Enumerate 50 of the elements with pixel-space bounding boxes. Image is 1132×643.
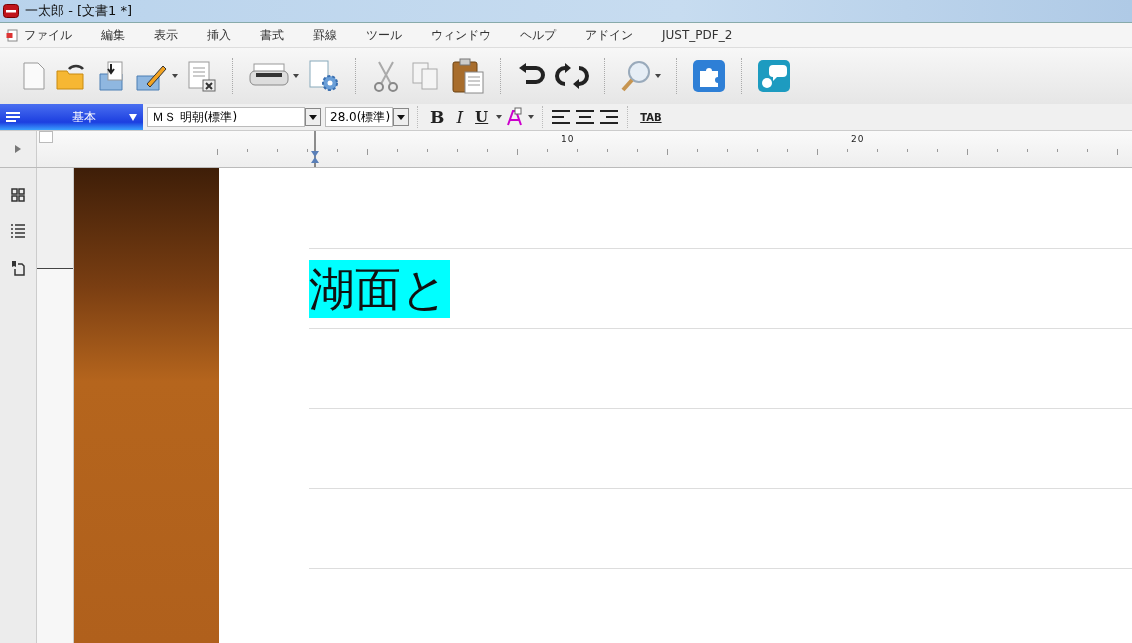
italic-button[interactable]: I xyxy=(452,107,468,127)
expand-icon[interactable] xyxy=(15,145,21,153)
window-title: 一太郎 - [文書1 *] xyxy=(25,2,132,20)
page-icon[interactable] xyxy=(11,260,25,276)
font-size-field[interactable]: 28.0(標準) xyxy=(325,107,393,127)
menu-item[interactable]: アドイン xyxy=(585,26,633,44)
font-field[interactable]: ＭＳ 明朝(標準) xyxy=(147,107,305,127)
caret-icon xyxy=(129,113,137,121)
tab-button[interactable]: TAB xyxy=(636,111,666,123)
page-settings-icon[interactable] xyxy=(308,59,340,93)
menu-icon xyxy=(6,112,20,122)
scissors-icon[interactable] xyxy=(371,60,401,92)
document-text: 湖面と xyxy=(309,259,450,318)
ruler-label: 10 xyxy=(561,134,575,144)
menu-item[interactable]: ファイル xyxy=(24,26,72,44)
redo-icon[interactable] xyxy=(555,62,589,90)
indent-marker-icon[interactable] xyxy=(310,131,320,167)
menu-item[interactable]: ツール xyxy=(366,26,402,44)
underline-button[interactable]: U xyxy=(471,108,493,126)
highlighter-icon[interactable] xyxy=(506,107,525,127)
align-right-icon[interactable] xyxy=(599,110,620,124)
close-document-icon[interactable] xyxy=(187,60,217,92)
list-icon[interactable] xyxy=(11,224,25,238)
menu-item[interactable]: 挿入 xyxy=(207,26,231,44)
caret-icon[interactable] xyxy=(172,74,178,78)
menu-item[interactable]: 書式 xyxy=(260,26,284,44)
speech-bubble-icon[interactable] xyxy=(757,59,791,93)
puzzle-icon[interactable] xyxy=(692,59,726,93)
style-dropdown[interactable]: 基本 xyxy=(0,104,143,130)
menu-item[interactable]: 表示 xyxy=(154,26,178,44)
align-center-icon[interactable] xyxy=(575,110,596,124)
menu-item[interactable]: 編集 xyxy=(101,26,125,44)
clipboard-icon[interactable] xyxy=(451,58,485,94)
caret-icon[interactable] xyxy=(655,74,661,78)
dropdown-button[interactable] xyxy=(305,108,321,126)
ruler-label: 20 xyxy=(851,134,865,144)
document-icon[interactable] xyxy=(6,28,18,42)
menu-item[interactable]: ヘルプ xyxy=(520,26,556,44)
menu-item[interactable]: 罫線 xyxy=(313,26,337,44)
menu-item[interactable]: ウィンドウ xyxy=(431,26,491,44)
align-left-icon[interactable] xyxy=(551,110,572,124)
app-icon xyxy=(3,4,19,18)
caret-icon[interactable] xyxy=(528,115,535,119)
caret-icon[interactable] xyxy=(293,74,299,78)
menu-item[interactable]: JUST_PDF_2 xyxy=(662,28,733,42)
save-icon[interactable] xyxy=(96,60,126,92)
bold-button[interactable]: B xyxy=(426,107,449,127)
caret-icon[interactable] xyxy=(496,115,503,119)
grid-view-icon[interactable] xyxy=(11,188,25,202)
dropdown-button[interactable] xyxy=(393,108,409,126)
